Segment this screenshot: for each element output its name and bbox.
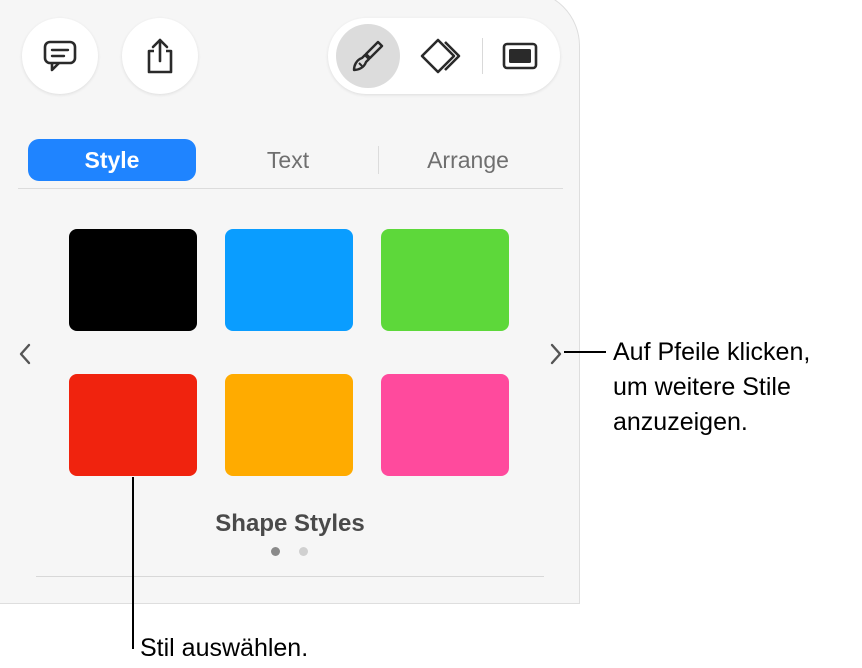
shape-style-swatch-red[interactable] (69, 374, 197, 476)
tabs-divider (18, 188, 563, 189)
animate-button[interactable] (412, 24, 476, 88)
shape-style-swatch-green[interactable] (381, 229, 509, 331)
next-styles-button[interactable] (543, 340, 569, 368)
select-callout-line (132, 477, 134, 649)
tab-arrange[interactable]: Arrange (384, 139, 552, 181)
arrows-callout-line (564, 351, 606, 353)
previous-styles-button[interactable] (12, 340, 38, 368)
comment-icon (43, 40, 77, 72)
arrows-callout-line1: Auf Pfeile klicken, (613, 338, 811, 366)
shape-style-swatch-black[interactable] (69, 229, 197, 331)
share-button[interactable] (122, 18, 198, 94)
format-button[interactable] (336, 24, 400, 88)
page-dot-2[interactable] (299, 547, 308, 556)
chevron-left-icon (19, 343, 31, 365)
page-dot-1[interactable] (271, 547, 280, 556)
document-button[interactable] (488, 24, 552, 88)
arrows-callout-line3: anzuzeigen. (613, 408, 748, 436)
diamond-icon (420, 38, 461, 74)
shape-style-swatch-blue[interactable] (225, 229, 353, 331)
chevron-right-icon (550, 343, 562, 365)
shape-style-swatch-orange[interactable] (225, 374, 353, 476)
shape-styles-label: Shape Styles (215, 510, 365, 537)
tab-style[interactable]: Style (28, 139, 196, 181)
shape-style-swatch-pink[interactable] (381, 374, 509, 476)
inspector-toolbar-group (328, 18, 560, 94)
tab-divider (378, 146, 379, 174)
comment-button[interactable] (22, 18, 98, 94)
section-divider (36, 576, 544, 577)
inspector-tabs: Style Text Arrange (28, 139, 558, 181)
slide-icon (502, 42, 538, 70)
select-callout-text: Stil auswählen. (140, 634, 309, 662)
share-icon (147, 38, 173, 74)
arrows-callout-line2: um weitere Stile (613, 373, 791, 401)
toolbar-divider (482, 38, 483, 74)
paintbrush-icon (352, 40, 384, 72)
tab-text[interactable]: Text (204, 139, 372, 181)
